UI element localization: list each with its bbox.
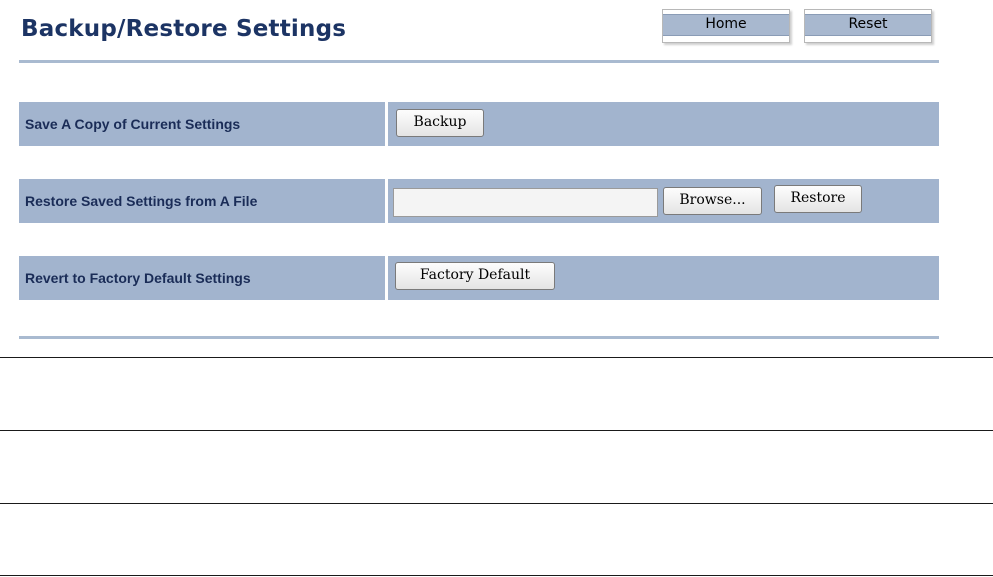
browse-button[interactable]: Browse...	[663, 187, 762, 215]
page-title: Backup/Restore Settings	[21, 16, 347, 42]
home-button[interactable]: Home	[662, 9, 790, 43]
restore-file-input[interactable]	[393, 188, 658, 217]
document-rule-3	[0, 503, 993, 504]
restore-button[interactable]: Restore	[774, 185, 862, 213]
document-rule-1	[0, 357, 993, 358]
factory-default-button[interactable]: Factory Default	[395, 262, 555, 290]
backup-row-label: Save A Copy of Current Settings	[19, 102, 385, 146]
footer-divider	[19, 336, 939, 339]
reset-button[interactable]: Reset	[804, 9, 932, 43]
document-rule-2	[0, 430, 993, 431]
header-divider	[19, 60, 939, 63]
reset-button-label: Reset	[805, 14, 931, 36]
factory-row-field: Factory Default	[388, 256, 939, 300]
backup-button[interactable]: Backup	[396, 109, 484, 137]
home-button-label: Home	[663, 14, 789, 36]
backup-row-field: Backup	[388, 102, 939, 146]
document-rule-4	[0, 575, 993, 576]
restore-row-field: Browse... Restore	[388, 179, 939, 223]
restore-row-label: Restore Saved Settings from A File	[19, 179, 385, 223]
factory-row-label: Revert to Factory Default Settings	[19, 256, 385, 300]
